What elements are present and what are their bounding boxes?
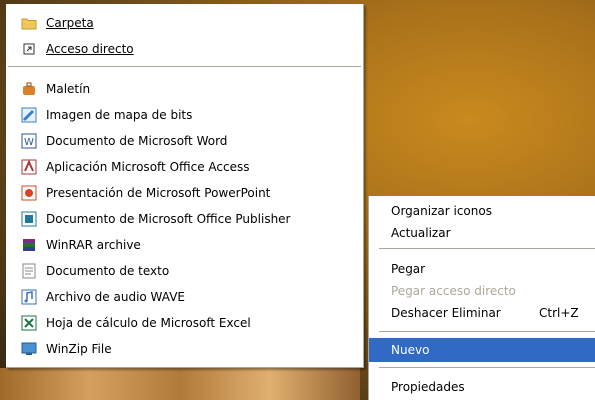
access-icon: [21, 159, 37, 175]
menu-item-label: Documento de texto: [46, 264, 170, 278]
menu-item-refresh[interactable]: Actualizar: [369, 220, 595, 246]
menu-item-publisher[interactable]: Documento de Microsoft Office Publisher: [6, 206, 363, 232]
menu-item-new[interactable]: Nuevo: [369, 338, 595, 362]
menu-item-word[interactable]: W Documento de Microsoft Word: [6, 128, 363, 154]
menu-item-properties[interactable]: Propiedades: [369, 374, 595, 400]
briefcase-icon: [21, 81, 37, 97]
menu-separator: [379, 367, 595, 368]
menu-item-briefcase[interactable]: Maletín: [6, 76, 363, 102]
winzip-icon: [21, 341, 37, 357]
menu-item-label: Hoja de cálculo de Microsoft Excel: [46, 316, 251, 330]
menu-item-label: Carpeta: [46, 16, 94, 30]
paint-icon: [21, 107, 37, 123]
audio-icon: [21, 289, 37, 305]
excel-icon: [21, 315, 37, 331]
menu-item-label: Nuevo: [391, 343, 430, 357]
menu-item-undo-delete[interactable]: Deshacer Eliminar Ctrl+Z: [369, 300, 595, 326]
menu-item-label: Documento de Microsoft Word: [46, 134, 228, 148]
folder-icon: [21, 15, 37, 31]
menu-item-label: Presentación de Microsoft PowerPoint: [46, 186, 271, 200]
menu-item-excel[interactable]: Hoja de cálculo de Microsoft Excel: [6, 310, 363, 336]
powerpoint-icon: [21, 185, 37, 201]
menu-item-text-document[interactable]: Documento de texto: [6, 258, 363, 284]
menu-item-folder[interactable]: Carpeta: [6, 10, 363, 36]
menu-item-label: Aplicación Microsoft Office Access: [46, 160, 250, 174]
menu-item-label: Acceso directo: [46, 42, 134, 56]
menu-item-audio[interactable]: Archivo de audio WAVE: [6, 284, 363, 310]
menu-item-bitmap[interactable]: Imagen de mapa de bits: [6, 102, 363, 128]
svg-text:W: W: [24, 137, 34, 148]
menu-item-label: Maletín: [46, 82, 91, 96]
menu-item-winrar[interactable]: WinRAR archive: [6, 232, 363, 258]
desktop-context-menu: Organizar iconos Actualizar Pegar Pegar …: [368, 196, 595, 400]
menu-separator: [379, 331, 595, 332]
menu-item-winzip[interactable]: WinZip File: [6, 336, 363, 362]
menu-item-shortcut: Ctrl+Z: [539, 306, 579, 320]
winrar-icon: [21, 237, 37, 253]
menu-separator: [8, 66, 361, 67]
menu-item-label: WinZip File: [46, 342, 112, 356]
menu-item-shortcut[interactable]: Acceso directo: [6, 36, 363, 62]
word-icon: W: [21, 133, 37, 149]
text-document-icon: [21, 263, 37, 279]
shortcut-icon: [21, 41, 37, 57]
new-submenu: Carpeta Acceso directo Maletín Imagen de…: [6, 4, 364, 368]
menu-item-powerpoint[interactable]: Presentación de Microsoft PowerPoint: [6, 180, 363, 206]
menu-item-label: Documento de Microsoft Office Publisher: [46, 212, 291, 226]
menu-item-label: Deshacer Eliminar: [391, 306, 501, 320]
menu-item-label: Archivo de audio WAVE: [46, 290, 185, 304]
desktop-background-strip: [0, 368, 360, 400]
menu-item-label: Actualizar: [391, 226, 451, 240]
menu-item-access[interactable]: Aplicación Microsoft Office Access: [6, 154, 363, 180]
menu-separator: [379, 248, 595, 249]
publisher-icon: [21, 211, 37, 227]
menu-item-label: Propiedades: [391, 380, 465, 394]
menu-item-label: Imagen de mapa de bits: [46, 108, 193, 122]
menu-item-label: WinRAR archive: [46, 238, 141, 252]
